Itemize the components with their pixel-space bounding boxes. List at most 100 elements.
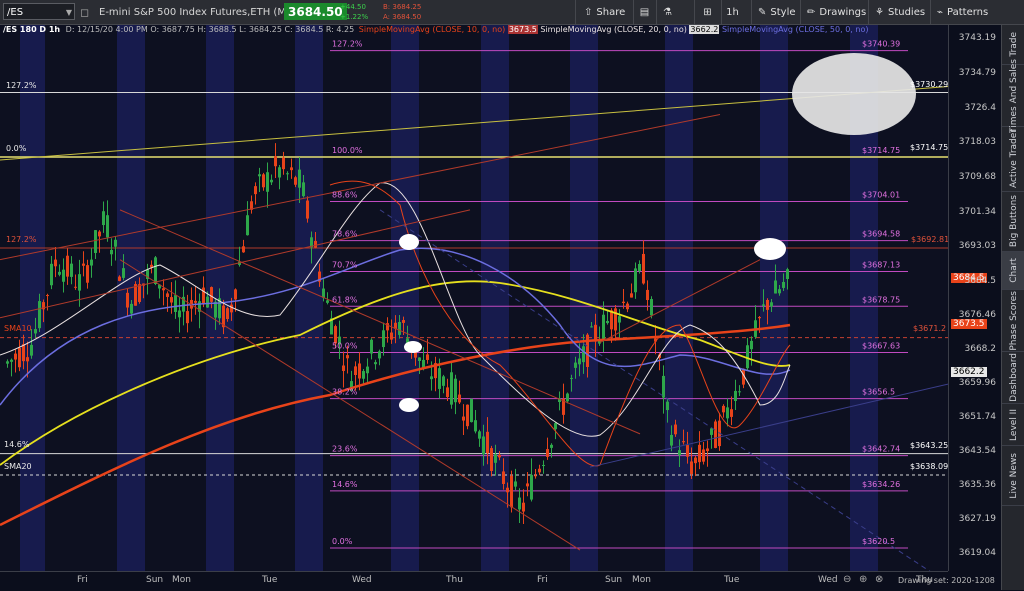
right-tab-dashboard[interactable]: Dashboard	[1002, 352, 1024, 404]
candle-body	[590, 326, 593, 328]
clipboard-icon[interactable]: ▤	[633, 0, 655, 24]
session-band	[20, 25, 45, 571]
last-price: 3684.50	[284, 3, 347, 20]
candle-body	[98, 231, 101, 237]
marker-ellipse[interactable]	[399, 398, 419, 412]
hline-label-3643: $3643.25	[910, 441, 948, 450]
marker-ellipse[interactable]	[754, 238, 786, 260]
price-axis-label: 3619.04	[958, 548, 996, 558]
candle-body	[694, 457, 697, 464]
top-toolbar: /ES ▼ ◻ E-mini S&P 500 Index Futures,ETH …	[0, 0, 1024, 25]
candle-body	[538, 468, 541, 473]
candle-body	[782, 281, 785, 288]
left-label-red-127: 127.2%	[6, 235, 37, 244]
candle-body	[518, 497, 521, 510]
hline-label-3714: $3714.75	[910, 143, 948, 152]
fib-percent-label: 50.0%	[332, 341, 358, 350]
header-sma20[interactable]: SimpleMovingAvg (CLOSE, 20, 0, no)	[540, 25, 687, 34]
candle-body	[214, 301, 217, 318]
sma10-label: SMA10	[4, 324, 32, 333]
fit-icon[interactable]: ⊗	[875, 574, 883, 585]
right-tab-active-trader[interactable]: Active Trader	[1002, 127, 1024, 192]
right-tab-times-and-sales[interactable]: Times And Sales	[1002, 59, 1024, 132]
fib-percent-label: 23.6%	[332, 445, 358, 454]
trendline-red-upper[interactable]	[0, 113, 721, 261]
chevron-down-icon[interactable]: ▼	[66, 4, 72, 21]
timeframe-button[interactable]: 1h	[721, 0, 743, 24]
price-axis-label: 3718.03	[958, 137, 996, 148]
candle-body	[746, 345, 749, 369]
candle-body	[54, 259, 57, 267]
candle-body	[398, 321, 401, 335]
symbol-value: /ES	[7, 7, 24, 18]
candle-body	[254, 186, 257, 195]
candle-body	[474, 420, 477, 432]
chart-settings-icon[interactable]: ⊞	[694, 0, 720, 24]
price-axis[interactable]: 3684.5 3673.5 3662.2 3743.19 3734.79 3726.…	[948, 25, 1002, 571]
hline-label-3638: $3638.09	[910, 462, 948, 471]
fib-percent-label: 127.2%	[332, 40, 363, 49]
candle-body	[294, 177, 297, 185]
candle-body	[522, 502, 525, 512]
candle-body	[278, 167, 281, 178]
right-tab-live-news[interactable]: Live News	[1002, 446, 1024, 506]
price-chart[interactable]: 127.2% $3740.39 100.0% $3714.75 88.6% $3704.0…	[0, 25, 948, 571]
share-button[interactable]: ⇧ Share	[575, 0, 625, 24]
candle-body	[194, 300, 197, 303]
candle-body	[18, 347, 21, 368]
candle-body	[382, 330, 385, 348]
right-tab-phase-scores[interactable]: Phase Scores	[1002, 290, 1024, 352]
candle-body	[462, 416, 465, 421]
chart-area[interactable]: 127.2% $3740.39 100.0% $3714.75 88.6% $3704.0…	[0, 25, 948, 571]
right-tab-chart[interactable]: Chart	[1002, 252, 1024, 290]
candle-body	[446, 387, 449, 398]
candle-body	[634, 268, 637, 293]
marker-ellipse-large[interactable]	[792, 53, 916, 135]
patterns-button[interactable]: ⌁ Patterns	[930, 0, 988, 24]
price-axis-label: 3693.03	[958, 241, 996, 252]
candle-body	[770, 302, 773, 307]
bookmark-icon[interactable]: ◻	[80, 0, 89, 24]
candle-body	[786, 269, 789, 280]
share-icon: ⇧	[584, 6, 593, 18]
price-axis-label: 3743.19	[958, 33, 996, 43]
header-sma50[interactable]: SimpleMovingAvg (CLOSE, 50, 0, no)	[722, 25, 869, 34]
candle-body	[314, 240, 317, 248]
candle-body	[582, 346, 585, 363]
candle-body	[130, 303, 133, 314]
header-sma10[interactable]: SimpleMovingAvg (CLOSE, 10, 0, no)	[359, 25, 506, 34]
candle-body	[362, 371, 365, 379]
candle-body	[298, 169, 301, 188]
time-axis[interactable]: ⊖ ⊕ ⊗ Drawing set: 2020-1208 Fri Sun Mon Tu…	[0, 571, 995, 591]
drawings-button[interactable]: ✏ Drawings	[800, 0, 866, 24]
session-band	[391, 25, 419, 571]
zoom-in-icon[interactable]: ⊕	[859, 574, 867, 585]
candle-body	[482, 436, 485, 455]
right-tab-label: Trade	[1008, 32, 1019, 57]
candle-body	[650, 299, 653, 316]
fib-percent-label: 88.6%	[332, 191, 358, 200]
candle-body	[706, 448, 709, 452]
symbol-input[interactable]: /ES ▼	[3, 3, 75, 20]
style-button[interactable]: ✎ Style	[751, 0, 796, 24]
trendline-red-mid[interactable]	[119, 209, 641, 435]
right-tab-label: Big Buttons	[1008, 195, 1019, 248]
candle-body	[62, 269, 65, 282]
zoom-out-icon[interactable]: ⊖	[843, 574, 851, 585]
right-tab-big-buttons[interactable]: Big Buttons	[1002, 192, 1024, 252]
marker-ellipse[interactable]	[399, 234, 419, 250]
candle-body	[458, 394, 461, 403]
candle-body	[486, 431, 489, 454]
candle-body	[714, 421, 717, 448]
studies-label: Studies	[887, 6, 926, 18]
right-tab-level-ii[interactable]: Level II	[1002, 404, 1024, 446]
studies-button[interactable]: ⚘ Studies	[868, 0, 925, 24]
session-band	[295, 25, 323, 571]
right-tab-label: Active Trader	[1008, 129, 1019, 189]
candle-body	[358, 363, 361, 379]
hline-label-3692: $3692.81	[911, 235, 948, 244]
marker-ellipse[interactable]	[404, 341, 422, 353]
candle-body	[510, 475, 513, 508]
flask-icon[interactable]: ⚗	[656, 0, 678, 24]
drawing-set-status[interactable]: Drawing set: 2020-1208	[898, 576, 995, 585]
